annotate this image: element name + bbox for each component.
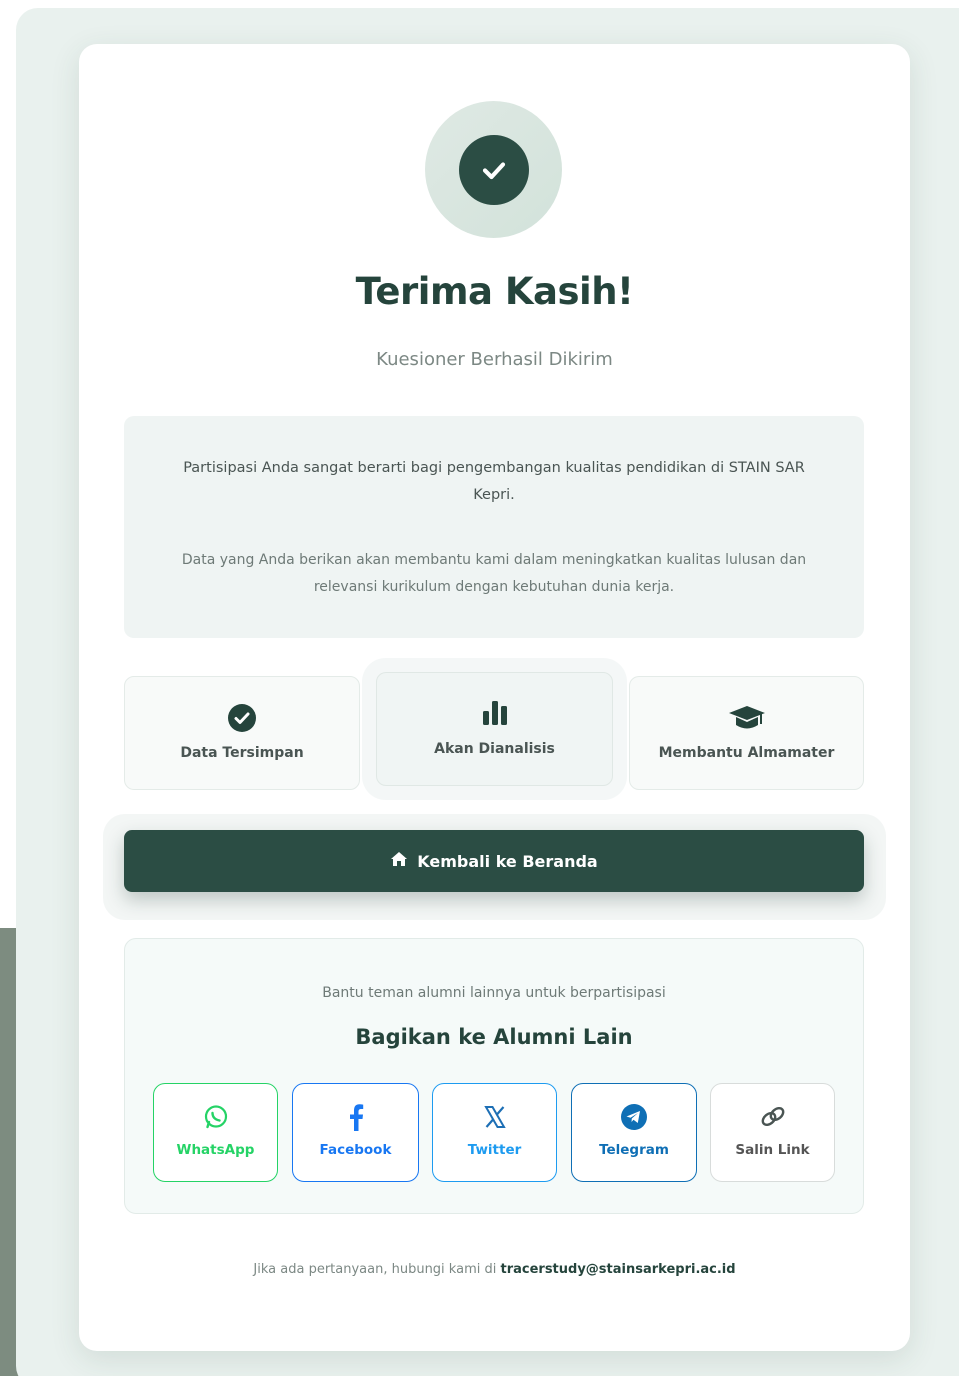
status-label: Membantu Almamater [658, 745, 835, 761]
page-subtitle: Kuesioner Berhasil Dikirim [376, 349, 613, 370]
check-icon [459, 135, 529, 205]
graduation-cap-icon [630, 703, 863, 731]
footer-contact: Jika ada pertanyaan, hubungi kami di tra… [79, 1262, 910, 1277]
x-twitter-icon [433, 1102, 556, 1132]
home-icon [390, 851, 408, 871]
status-card-saved: Data Tersimpan [124, 676, 360, 790]
facebook-icon [293, 1102, 418, 1132]
page-title: Terima Kasih! [355, 270, 634, 313]
share-whatsapp-button[interactable]: WhatsApp [153, 1083, 278, 1182]
info-paragraph-2: Data yang Anda berikan akan membantu kam… [181, 552, 807, 595]
status-label: Akan Dianalisis [434, 741, 555, 757]
home-button-label: Kembali ke Beranda [417, 851, 598, 871]
share-label: Facebook [319, 1142, 392, 1158]
share-title: Bagikan ke Alumni Lain [355, 1025, 633, 1049]
share-label: Salin Link [735, 1142, 810, 1158]
check-circle-icon [125, 703, 359, 732]
bar-chart-icon [377, 699, 612, 727]
share-facebook-button[interactable]: Facebook [292, 1083, 419, 1182]
share-section: Bantu teman alumni lainnya untuk berpart… [124, 938, 864, 1214]
share-hint: Bantu teman alumni lainnya untuk berpart… [322, 985, 666, 1001]
thank-you-card: Terima Kasih! Kuesioner Berhasil Dikirim… [79, 44, 910, 1351]
share-label: Telegram [599, 1142, 669, 1158]
share-label: WhatsApp [176, 1142, 255, 1158]
share-twitter-button[interactable]: Twitter [432, 1083, 557, 1182]
status-card-analyzed: Akan Dianalisis [376, 672, 613, 786]
status-label: Data Tersimpan [180, 745, 304, 761]
whatsapp-icon [154, 1102, 277, 1132]
footer-text: Jika ada pertanyaan, hubungi kami di [253, 1262, 497, 1277]
telegram-icon [572, 1102, 696, 1132]
contact-email-link[interactable]: tracerstudy@stainsarkepri.ac.id [500, 1262, 735, 1277]
success-badge [425, 101, 562, 238]
home-button[interactable]: Kembali ke Beranda [124, 830, 864, 892]
copy-link-button[interactable]: Salin Link [710, 1083, 835, 1182]
share-label: Twitter [467, 1142, 522, 1158]
link-icon [711, 1102, 834, 1132]
info-paragraph-1: Partisipasi Anda sangat berarti bagi pen… [183, 460, 805, 503]
share-telegram-button[interactable]: Telegram [571, 1083, 697, 1182]
status-card-almamater: Membantu Almamater [629, 676, 864, 790]
info-box: Partisipasi Anda sangat berarti bagi pen… [124, 416, 864, 638]
